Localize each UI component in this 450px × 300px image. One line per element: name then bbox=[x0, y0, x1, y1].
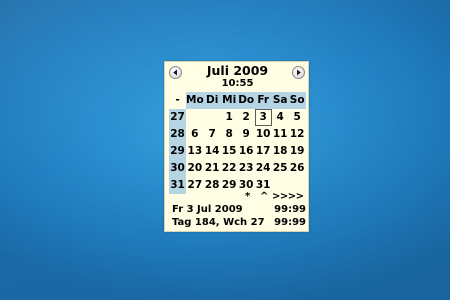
day-cell[interactable]: 19 bbox=[289, 143, 306, 160]
day-cell[interactable]: 24 bbox=[255, 160, 272, 177]
day-cell[interactable]: 25 bbox=[272, 160, 289, 177]
day-cell[interactable]: 2 bbox=[238, 109, 255, 126]
weekday-header: Mi bbox=[220, 92, 238, 109]
weekday-header-row: - Mo Di Mi Do Fr Sa So bbox=[169, 92, 306, 109]
week-row: 30 20 21 22 23 24 25 26 bbox=[169, 160, 306, 177]
day-cell bbox=[186, 109, 204, 126]
week-number[interactable]: 29 bbox=[169, 143, 186, 160]
weekday-header: Sa bbox=[271, 92, 289, 109]
week-number[interactable]: 28 bbox=[169, 126, 186, 143]
weekday-header: Di bbox=[203, 92, 221, 109]
day-cell[interactable]: 6 bbox=[186, 126, 204, 143]
date-info-row: Fr 3 Jul 2009 99:99 bbox=[172, 204, 306, 216]
weekday-header: Fr bbox=[254, 92, 272, 109]
day-cell[interactable]: 11 bbox=[272, 126, 289, 143]
current-date-text: Fr 3 Jul 2009 bbox=[172, 204, 243, 215]
day-value-text: 99:99 bbox=[274, 217, 306, 228]
day-cell[interactable]: 20 bbox=[186, 160, 204, 177]
weekday-header: Do bbox=[237, 92, 255, 109]
week-row: 29 13 14 15 16 17 18 19 bbox=[169, 143, 306, 160]
week-row: 27 1 2 3 4 5 bbox=[169, 109, 306, 126]
day-of-year-text: Tag 184, Wch 27 bbox=[172, 217, 265, 228]
day-cell[interactable]: 8 bbox=[221, 126, 238, 143]
day-cell[interactable]: 14 bbox=[204, 143, 221, 160]
day-cell[interactable]: 1 bbox=[221, 109, 238, 126]
day-cell[interactable]: 26 bbox=[289, 160, 306, 177]
day-cell[interactable]: 23 bbox=[238, 160, 255, 177]
week-number[interactable]: 27 bbox=[169, 109, 186, 126]
day-cell[interactable]: 21 bbox=[204, 160, 221, 177]
day-cell[interactable]: 10 bbox=[255, 126, 272, 143]
day-cell[interactable]: 5 bbox=[289, 109, 306, 126]
up-button[interactable]: ^ bbox=[260, 191, 268, 203]
day-cell[interactable]: 12 bbox=[289, 126, 306, 143]
day-cell[interactable]: 22 bbox=[221, 160, 238, 177]
day-cell[interactable]: 9 bbox=[238, 126, 255, 143]
calendar-controls: * ^ >>>> bbox=[165, 191, 310, 203]
day-cell[interactable]: 17 bbox=[255, 143, 272, 160]
right-arrow-icon bbox=[297, 69, 301, 76]
calendar-grid: - Mo Di Mi Do Fr Sa So 27 1 2 3 4 5 28 6… bbox=[169, 92, 306, 194]
star-button[interactable]: * bbox=[245, 191, 250, 203]
weekday-header: Mo bbox=[186, 92, 204, 109]
week-row: 28 6 7 8 9 10 11 12 bbox=[169, 126, 306, 143]
week-number[interactable]: 30 bbox=[169, 160, 186, 177]
clock-time: 10:55 bbox=[221, 78, 254, 89]
forward-button[interactable]: >>>> bbox=[272, 191, 304, 203]
day-info-row: Tag 184, Wch 27 99:99 bbox=[172, 217, 306, 229]
calendar-gadget: Juli 2009 10:55 - Mo Di Mi Do Fr Sa So 2… bbox=[164, 61, 309, 232]
today-day-cell[interactable]: 3 bbox=[254, 109, 272, 126]
week-column-header: - bbox=[175, 94, 180, 106]
date-value-text: 99:99 bbox=[274, 204, 306, 215]
day-cell bbox=[204, 109, 221, 126]
weekday-header: So bbox=[288, 92, 306, 109]
day-cell[interactable]: 18 bbox=[272, 143, 289, 160]
day-cell[interactable]: 7 bbox=[204, 126, 221, 143]
day-cell[interactable]: 13 bbox=[186, 143, 204, 160]
day-cell[interactable]: 4 bbox=[272, 109, 289, 126]
day-cell[interactable]: 15 bbox=[221, 143, 238, 160]
month-title[interactable]: Juli 2009 bbox=[165, 63, 310, 78]
day-cell[interactable]: 16 bbox=[238, 143, 255, 160]
